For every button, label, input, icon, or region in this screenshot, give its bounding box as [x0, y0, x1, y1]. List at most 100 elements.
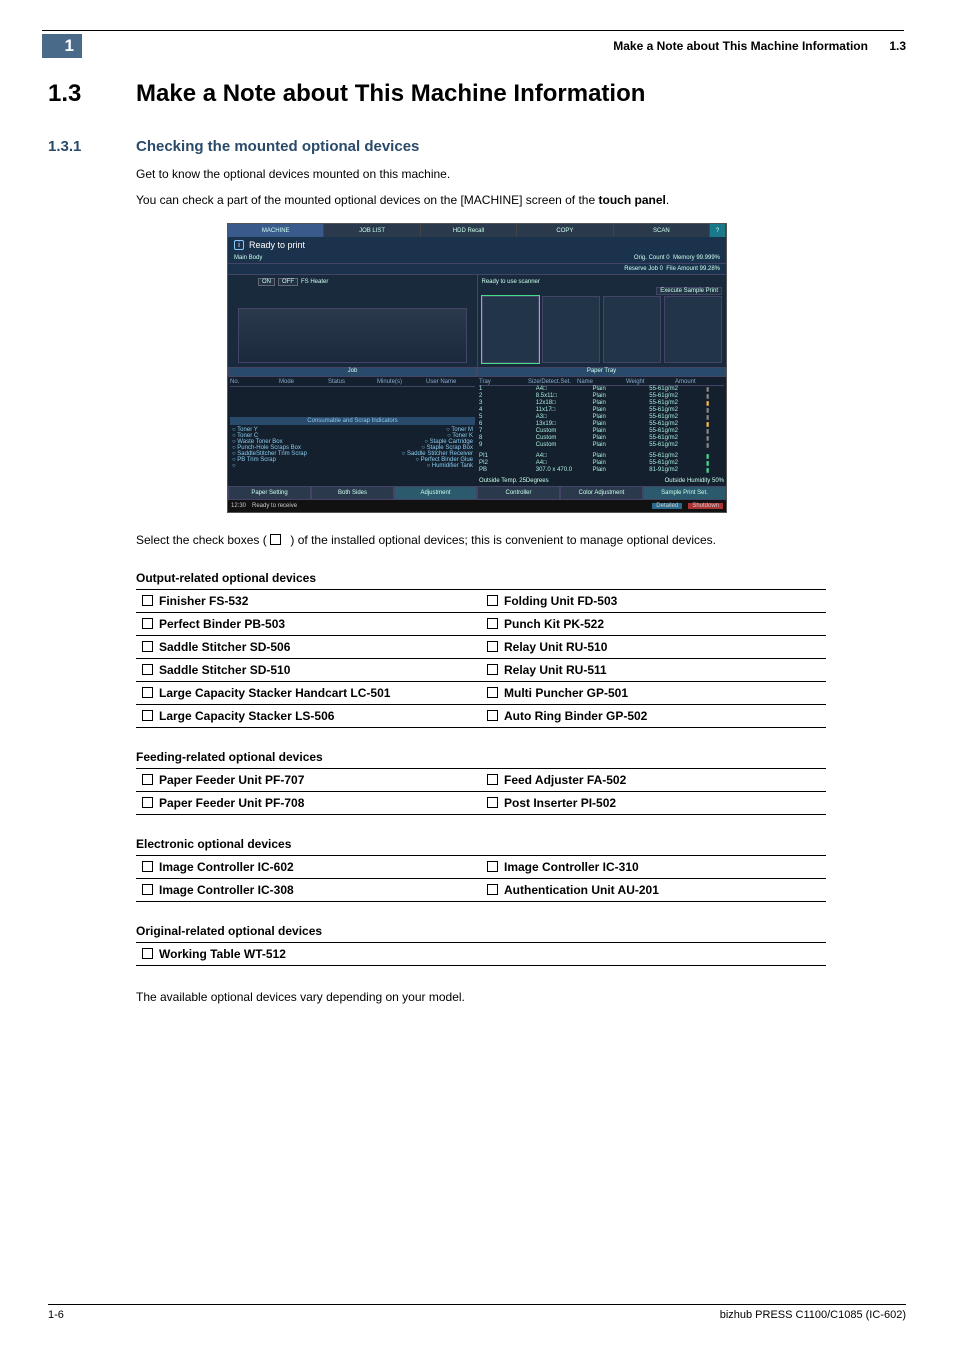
ss-tab-hddrecall: HDD Recall — [421, 224, 517, 237]
machine-screen-screenshot: MACHINE JOB LIST HDD Recall COPY SCAN ? … — [227, 223, 727, 513]
device-label: Image Controller IC-308 — [159, 883, 294, 897]
device-cell: Post Inserter PI-502 — [481, 792, 826, 815]
ss-tab-joblist: JOB LIST — [324, 224, 420, 237]
running-title: Make a Note about This Machine Informati… — [613, 39, 868, 53]
ss-btn-adjustment: Adjustment — [394, 486, 477, 500]
device-label: Large Capacity Stacker Handcart LC-501 — [159, 686, 390, 700]
intro-p1: Get to know the optional devices mounted… — [136, 165, 906, 183]
ss-tray-row: 312x18□Plain55-61g/m2▮ — [479, 400, 724, 407]
device-checkbox[interactable] — [142, 687, 153, 698]
ss-preview-thumb — [482, 296, 540, 363]
ss-machine-diagram — [238, 308, 467, 363]
ss-sample-print-btn: Execute Sample Print — [656, 287, 722, 295]
device-row: Paper Feeder Unit PF-708 Post Inserter PI… — [136, 792, 826, 815]
ss-ready-text: Ready to print — [249, 240, 305, 250]
ss-consumables-header: Consumable and Scrap Indicators — [230, 417, 475, 425]
running-header: Make a Note about This Machine Informati… — [613, 39, 906, 53]
device-checkbox[interactable] — [487, 774, 498, 785]
device-row: Saddle Stitcher SD-510 Relay Unit RU-511 — [136, 659, 826, 682]
ss-tab-scan: SCAN — [614, 224, 710, 237]
device-label: Image Controller IC-310 — [504, 860, 639, 874]
device-label: Authentication Unit AU-201 — [504, 883, 659, 897]
device-checkbox[interactable] — [142, 618, 153, 629]
chapter-badge: 1 — [42, 34, 82, 58]
device-cell: Saddle Stitcher SD-506 — [136, 636, 481, 659]
device-cell: Paper Feeder Unit PF-708 — [136, 792, 481, 815]
device-row: Large Capacity Stacker LS-506 Auto Ring B… — [136, 705, 826, 728]
device-table: Image Controller IC-602Image Controller … — [136, 855, 826, 902]
device-cell: Finisher FS-532 — [136, 590, 481, 613]
device-cell: Authentication Unit AU-201 — [481, 879, 826, 902]
ss-btn-both-sides: Both Sides — [311, 486, 394, 500]
device-cell: Multi Puncher GP-501 — [481, 682, 826, 705]
ss-tray-row: PB307.0 x 470.0Plain81-91g/m2▮ — [479, 467, 724, 474]
device-checkbox[interactable] — [487, 664, 498, 675]
device-cell: Relay Unit RU-511 — [481, 659, 826, 682]
device-label: Relay Unit RU-511 — [504, 663, 607, 677]
device-cell: Image Controller IC-310 — [481, 856, 826, 879]
device-checkbox[interactable] — [487, 710, 498, 721]
device-checkbox[interactable] — [142, 884, 153, 895]
ss-preview-thumb — [603, 296, 661, 363]
intro-p2: You can check a part of the mounted opti… — [136, 191, 906, 209]
device-row: Saddle Stitcher SD-506 Relay Unit RU-510 — [136, 636, 826, 659]
device-checkbox[interactable] — [487, 687, 498, 698]
device-checkbox[interactable] — [142, 797, 153, 808]
device-cell: Relay Unit RU-510 — [481, 636, 826, 659]
device-checkbox[interactable] — [487, 618, 498, 629]
device-cell: Large Capacity Stacker LS-506 — [136, 705, 481, 728]
ss-tray-row: 28.5x11□Plain55-61g/m2▮ — [479, 393, 724, 400]
ss-tab-copy: COPY — [517, 224, 613, 237]
ss-preview-thumb — [664, 296, 722, 363]
ss-btn-color-adjustment: Color Adjustment — [560, 486, 643, 500]
device-checkbox[interactable] — [487, 595, 498, 606]
h1-number: 1.3 — [48, 80, 108, 108]
device-checkbox[interactable] — [142, 641, 153, 652]
device-cell: Working Table WT-512 — [136, 943, 826, 966]
device-label: Saddle Stitcher SD-506 — [159, 640, 290, 654]
device-cell: Large Capacity Stacker Handcart LC-501 — [136, 682, 481, 705]
device-checkbox[interactable] — [142, 948, 153, 959]
device-group-label: Feeding-related optional devices — [136, 750, 906, 764]
device-row: Finisher FS-532 Folding Unit FD-503 — [136, 590, 826, 613]
device-cell: Image Controller IC-308 — [136, 879, 481, 902]
device-group-label: Output-related optional devices — [136, 571, 906, 585]
device-checkbox[interactable] — [487, 861, 498, 872]
device-label: Large Capacity Stacker LS-506 — [159, 709, 334, 723]
device-checkbox[interactable] — [142, 595, 153, 606]
device-label: Folding Unit FD-503 — [504, 594, 617, 608]
ss-tray-row: PI1A4□Plain55-61g/m2▮ — [479, 453, 724, 460]
device-checkbox[interactable] — [142, 710, 153, 721]
ss-heater-label: FS Heater — [301, 279, 328, 285]
device-checkbox[interactable] — [487, 884, 498, 895]
h1-title: Make a Note about This Machine Informati… — [136, 80, 645, 108]
ss-tray-row: 1A4□Plain55-61g/m2▮ — [479, 386, 724, 393]
closing-note: The available optional devices vary depe… — [136, 988, 906, 1006]
device-checkbox[interactable] — [142, 774, 153, 785]
device-label: Saddle Stitcher SD-510 — [159, 663, 290, 677]
ss-tray-row: 5A3□Plain55-61g/m2▮ — [479, 414, 724, 421]
device-label: Multi Puncher GP-501 — [504, 686, 628, 700]
device-label: Feed Adjuster FA-502 — [504, 773, 626, 787]
device-table: Working Table WT-512 — [136, 942, 826, 966]
device-checkbox[interactable] — [142, 664, 153, 675]
device-cell: Folding Unit FD-503 — [481, 590, 826, 613]
device-row: Perfect Binder PB-503 Punch Kit PK-522 — [136, 613, 826, 636]
ss-tray-row: 7CustomPlain55-61g/m2▮ — [479, 428, 724, 435]
ss-status-shutdown: Shutdown — [688, 503, 723, 509]
ss-tray-row: PI2A4□Plain55-61g/m2▮ — [479, 460, 724, 467]
device-cell: Perfect Binder PB-503 — [136, 613, 481, 636]
device-row: Image Controller IC-602Image Controller … — [136, 856, 826, 879]
ss-status-time: 12:30 — [231, 503, 246, 509]
device-row: Large Capacity Stacker Handcart LC-501 Mu… — [136, 682, 826, 705]
device-cell: Auto Ring Binder GP-502 — [481, 705, 826, 728]
ss-btn-sample-print-set: Sample Print Set. — [643, 486, 726, 500]
footer-model: bizhub PRESS C1100/C1085 (IC-602) — [720, 1309, 906, 1321]
device-checkbox[interactable] — [487, 797, 498, 808]
device-label: Post Inserter PI-502 — [504, 796, 616, 810]
device-label: Punch Kit PK-522 — [504, 617, 604, 631]
ss-consumable-row: ○ ○ Humidifier Tank — [230, 463, 475, 469]
device-checkbox[interactable] — [142, 861, 153, 872]
device-row: Image Controller IC-308 Authentication Un… — [136, 879, 826, 902]
device-checkbox[interactable] — [487, 641, 498, 652]
